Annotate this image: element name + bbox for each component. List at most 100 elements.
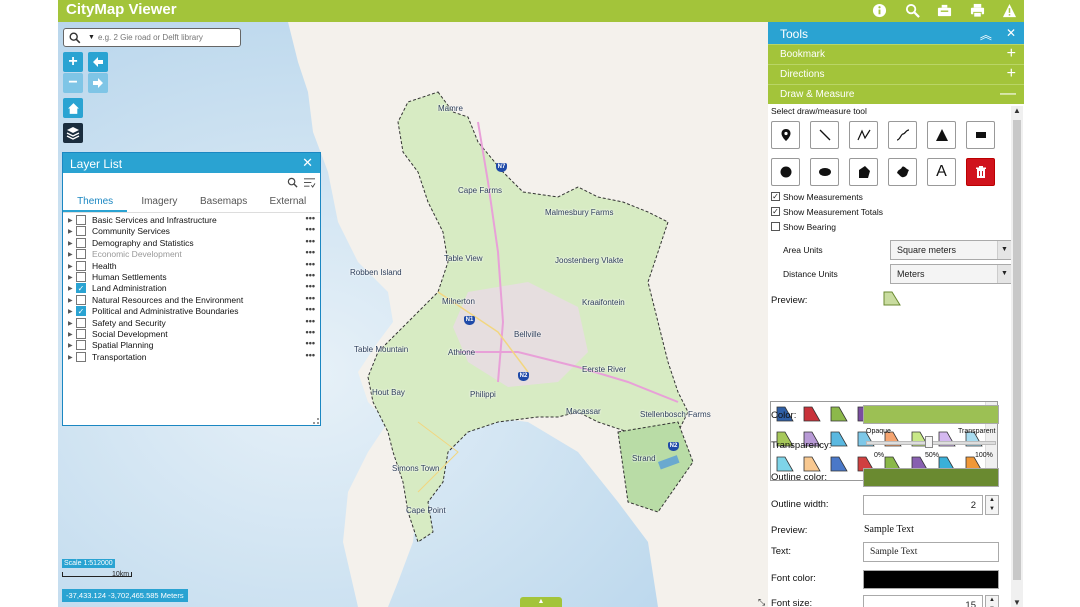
expand-caret-icon[interactable]: ▶ (68, 228, 73, 235)
expand-caret-icon[interactable]: ▶ (68, 331, 73, 338)
symbol-swatch[interactable] (830, 431, 848, 447)
delete-tool-button[interactable] (966, 158, 995, 186)
layer-options-icon[interactable]: ••• (306, 327, 315, 337)
layer-checkbox[interactable] (76, 271, 86, 282)
layer-options-icon[interactable]: ••• (306, 293, 315, 303)
search-source-dropdown-icon[interactable]: ▼ (88, 34, 95, 41)
layer-checkbox[interactable] (76, 317, 86, 328)
resize-handle[interactable] (313, 418, 319, 424)
rectangle-tool-button[interactable] (966, 121, 995, 149)
text-input[interactable]: Sample Text (863, 542, 999, 562)
layer-row[interactable]: ▶ Safety and Security ••• (63, 316, 320, 329)
resize-arrow-icon[interactable]: ⤡ (758, 597, 765, 607)
layer-row[interactable]: ▶ Economic Development ••• (63, 247, 320, 260)
fill-color-picker[interactable] (863, 405, 999, 424)
expand-caret-icon[interactable]: ▶ (68, 285, 73, 292)
home-button[interactable] (63, 98, 83, 118)
expand-caret-icon[interactable]: ▶ (68, 342, 73, 349)
search-box[interactable]: ▼ (63, 28, 241, 47)
search-input[interactable] (97, 33, 238, 42)
close-icon[interactable]: ✕ (302, 155, 313, 171)
search-icon[interactable] (903, 1, 921, 19)
warning-icon[interactable] (1000, 1, 1018, 19)
layer-checkbox[interactable] (76, 260, 86, 271)
expand-caret-icon[interactable]: ▶ (68, 263, 73, 270)
section-directions[interactable]: Directions + (768, 64, 1024, 84)
expand-caret-icon[interactable]: ▶ (68, 217, 73, 224)
symbol-swatch[interactable] (776, 456, 794, 472)
close-icon[interactable]: ✕ (1006, 26, 1016, 43)
layer-row[interactable]: ▶ Basic Services and Infrastructure ••• (63, 213, 320, 226)
tools-icon[interactable] (935, 1, 953, 19)
layer-row[interactable]: ▶ Human Settlements ••• (63, 270, 320, 283)
text-tool-button[interactable]: A (927, 158, 956, 186)
font-size-stepper[interactable]: ▲▼ (985, 595, 999, 607)
layer-row[interactable]: ▶ ✓ Political and Administrative Boundarie… (63, 304, 320, 317)
scroll-up-icon[interactable]: ▲ (1011, 106, 1023, 115)
layer-options-icon[interactable]: ••• (306, 304, 315, 314)
layer-checkbox[interactable] (76, 328, 86, 339)
scrollbar-thumb[interactable] (1013, 120, 1021, 580)
transparency-slider-handle[interactable] (925, 436, 933, 448)
layer-options-icon[interactable]: ••• (306, 213, 315, 223)
info-icon[interactable] (870, 1, 888, 19)
freehand-polygon-tool-button[interactable] (888, 158, 917, 186)
point-tool-button[interactable] (771, 121, 800, 149)
layer-row[interactable]: ▶ Transportation ••• (63, 350, 320, 363)
layer-checkbox[interactable] (76, 226, 86, 237)
bottom-panel-toggle[interactable]: ▲ (520, 597, 562, 607)
layer-row[interactable]: ▶ ✓ Land Administration ••• (63, 281, 320, 294)
symbol-swatch[interactable] (803, 406, 821, 422)
search-icon[interactable] (287, 177, 298, 188)
filter-list-icon[interactable] (303, 177, 316, 188)
layer-checkbox[interactable]: ✓ (76, 306, 86, 317)
layer-checkbox[interactable] (76, 294, 86, 305)
print-icon[interactable] (968, 1, 986, 19)
layer-row[interactable]: ▶ Social Development ••• (63, 327, 320, 340)
expand-caret-icon[interactable]: ▶ (68, 240, 73, 247)
ellipse-tool-button[interactable] (810, 158, 839, 186)
layer-checkbox[interactable] (76, 340, 86, 351)
zoom-out-button[interactable]: − (63, 73, 83, 93)
zoom-in-button[interactable]: + (63, 52, 83, 72)
polygon-tool-button[interactable] (849, 158, 878, 186)
expand-caret-icon[interactable]: ▶ (68, 308, 73, 315)
tab-external[interactable]: External (256, 191, 320, 212)
show-totals-checkbox[interactable]: ✓ (771, 207, 780, 216)
previous-extent-button[interactable] (88, 52, 108, 72)
layer-options-icon[interactable]: ••• (306, 281, 315, 291)
font-color-picker[interactable] (863, 570, 999, 589)
polyline-tool-button[interactable] (849, 121, 878, 149)
layer-row[interactable]: ▶ Natural Resources and the Environment ••… (63, 293, 320, 306)
outline-width-input[interactable]: 2 (863, 495, 983, 515)
layer-options-icon[interactable]: ••• (306, 224, 315, 234)
scroll-down-icon[interactable]: ▼ (1011, 598, 1023, 607)
layer-row[interactable]: ▶ Community Services ••• (63, 224, 320, 237)
show-measurements-checkbox[interactable]: ✓ (771, 192, 780, 201)
layer-options-icon[interactable]: ••• (306, 247, 315, 257)
layer-options-icon[interactable]: ••• (306, 338, 315, 348)
layer-checkbox[interactable] (76, 237, 86, 248)
symbol-swatch[interactable] (830, 456, 848, 472)
distance-units-select[interactable]: Meters ▼ (890, 264, 1012, 284)
font-size-input[interactable]: 15 (863, 595, 983, 607)
layer-options-icon[interactable]: ••• (306, 350, 315, 360)
section-bookmark[interactable]: Bookmark + (768, 44, 1024, 64)
expand-caret-icon[interactable]: ▶ (68, 320, 73, 327)
freehand-polyline-tool-button[interactable] (888, 121, 917, 149)
tab-basemaps[interactable]: Basemaps (192, 191, 256, 212)
layer-row[interactable]: ▶ Health ••• (63, 259, 320, 272)
layer-row[interactable]: ▶ Demography and Statistics ••• (63, 236, 320, 249)
expand-caret-icon[interactable]: ▶ (68, 354, 73, 361)
outline-color-picker[interactable] (863, 468, 999, 487)
section-draw-measure[interactable]: Draw & Measure — (768, 84, 1024, 104)
chevron-up-icon[interactable]: ︽ (980, 26, 992, 43)
layer-list-button[interactable] (63, 123, 83, 143)
circle-tool-button[interactable] (771, 158, 800, 186)
area-units-select[interactable]: Square meters ▼ (890, 240, 1012, 260)
line-tool-button[interactable] (810, 121, 839, 149)
symbol-swatch[interactable] (830, 406, 848, 422)
layer-checkbox[interactable] (76, 215, 86, 225)
layer-checkbox[interactable]: ✓ (76, 283, 86, 294)
tools-scrollbar[interactable]: ▲ ▼ (1011, 106, 1023, 607)
